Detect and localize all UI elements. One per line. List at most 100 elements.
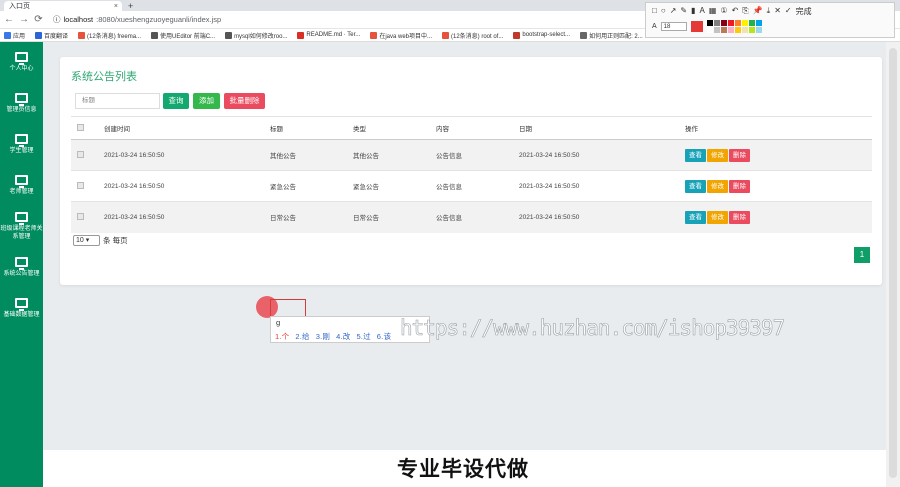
bookmark-item[interactable]: 使用UEditor 前端C... <box>151 31 215 40</box>
palette-color-swatch[interactable] <box>727 20 734 26</box>
watermark-text: https://www.huzhan.com/ishop39397 <box>400 316 786 341</box>
copy-icon[interactable]: ⎘ <box>742 6 748 17</box>
ime-candidate[interactable]: 2.给 <box>295 332 309 341</box>
sidebar-item[interactable]: 管理员信息 <box>0 83 43 124</box>
palette-color-swatch[interactable] <box>741 27 748 33</box>
bookmark-item[interactable]: (12条消息) root of... <box>442 31 503 40</box>
new-tab-button[interactable]: + <box>128 1 133 11</box>
table-row: 2021-03-24 16:50:50 日常公告 日常公告 公告信息 2021-03-2… <box>71 201 872 233</box>
confirm-icon[interactable]: ✓ <box>785 6 792 17</box>
bookmark-item[interactable]: 百度翻译 <box>35 31 68 40</box>
ellipse-icon[interactable]: ○ <box>661 6 666 17</box>
bookmark-item[interactable]: mysql如何修改roo... <box>225 31 287 40</box>
search-input[interactable]: 标题 <box>75 93 160 109</box>
ime-candidate[interactable]: 5.过 <box>356 332 370 341</box>
palette-color-swatch[interactable] <box>741 20 748 26</box>
monitor-icon <box>15 93 28 106</box>
delete-button[interactable]: 删除 <box>729 210 750 224</box>
sidebar-item[interactable]: 学生管理 <box>0 124 43 165</box>
text-icon[interactable]: A <box>700 6 705 17</box>
bookmark-icon <box>151 31 159 39</box>
add-button[interactable]: 添加 <box>193 93 220 109</box>
palette-color-swatch[interactable] <box>734 20 741 26</box>
palette-color-swatch[interactable] <box>706 27 713 33</box>
palette-color-swatch[interactable] <box>713 27 720 33</box>
pen-icon[interactable]: ✎ <box>680 6 687 17</box>
palette-color-swatch[interactable] <box>755 27 762 33</box>
table-cell-type: 紧急公告 <box>353 170 436 202</box>
column-header: 内容 <box>436 116 519 140</box>
palette-color-swatch[interactable] <box>748 27 755 33</box>
checkbox-cell <box>71 139 104 171</box>
palette-color-swatch[interactable] <box>720 27 727 33</box>
row-checkbox[interactable] <box>77 181 84 189</box>
search-button[interactable]: 查询 <box>163 93 189 109</box>
bookmark-item[interactable]: 在java web项目中... <box>370 31 432 40</box>
arrow-icon[interactable]: ↗ <box>670 6 677 17</box>
bookmark-item[interactable]: (12条消息) freema... <box>78 31 141 40</box>
url-field[interactable]: ⓘ localhost:8080/xueshengzuoyeguanli/ind… <box>53 14 221 25</box>
mosaic-icon[interactable]: ▦ <box>709 6 717 17</box>
table-cell-title: 日常公告 <box>270 201 353 233</box>
bookmark-item[interactable]: README.md · Ter... <box>297 31 360 39</box>
bookmark-item[interactable]: 如何用正则匹配: 2... <box>580 31 643 40</box>
page-size-select[interactable]: 10 ▾ <box>73 235 100 246</box>
marker-icon[interactable]: ▮ <box>691 6 695 17</box>
sidebar-item[interactable]: 老师管理 <box>0 165 43 206</box>
info-icon: ⓘ <box>53 15 61 24</box>
bookmark-label: 使用UEditor 前端C... <box>160 33 216 40</box>
edit-button[interactable]: 修改 <box>707 179 728 193</box>
palette-color-swatch[interactable] <box>734 27 741 33</box>
reload-icon[interactable]: ⟳ <box>34 14 43 25</box>
ime-candidate[interactable]: 4.改 <box>336 332 350 341</box>
table-cell-title: 紧急公告 <box>270 170 353 202</box>
palette-color-swatch[interactable] <box>720 20 727 26</box>
close-icon[interactable]: ✕ <box>774 6 781 17</box>
view-button[interactable]: 查看 <box>685 179 706 193</box>
delete-button[interactable]: 删除 <box>729 148 750 162</box>
browser-tab[interactable]: 入口页 × <box>4 1 122 11</box>
ime-candidate[interactable]: 6.该 <box>377 332 391 341</box>
pagination-page-button[interactable]: 1 <box>854 247 870 263</box>
view-button[interactable]: 查看 <box>685 210 706 224</box>
table-cell-date: 2021-03-24 16:50:50 <box>519 170 685 202</box>
font-size-select[interactable]: 18 <box>660 22 687 31</box>
sidebar-item[interactable]: 班级课程老师关系管理 <box>0 206 43 247</box>
bookmark-item[interactable]: bootstrap-select... <box>513 31 570 39</box>
palette-color-swatch[interactable] <box>748 20 755 26</box>
forward-icon[interactable]: → <box>19 14 29 25</box>
download-icon[interactable]: ⤓ <box>767 6 771 17</box>
color-palette[interactable] <box>706 20 762 33</box>
column-header: 类型 <box>353 116 436 140</box>
pin-icon[interactable]: 📌 <box>753 6 763 17</box>
palette-color-swatch[interactable] <box>755 20 762 26</box>
scrollbar[interactable] <box>886 42 900 487</box>
row-checkbox[interactable] <box>77 150 84 158</box>
row-checkbox[interactable] <box>77 212 84 220</box>
delete-button[interactable]: 删除 <box>729 179 750 193</box>
batch-delete-button[interactable]: 批量删除 <box>224 93 265 109</box>
sidebar-item[interactable]: 基础数据管理 <box>0 288 43 329</box>
ime-candidate[interactable]: 3.刚 <box>316 332 330 341</box>
edit-button[interactable]: 修改 <box>707 148 728 162</box>
bookmark-item[interactable]: 应用 <box>4 31 25 40</box>
back-icon[interactable]: ← <box>4 14 14 25</box>
rectangle-icon[interactable]: □ <box>652 6 657 17</box>
sidebar-item[interactable]: 系统公告管理 <box>0 247 43 288</box>
sidebar-item-label: 班级课程老师关系管理 <box>0 226 43 240</box>
undo-icon[interactable]: ↶ <box>732 6 739 17</box>
ime-candidate[interactable]: 1.个 <box>275 332 289 341</box>
select-all-checkbox[interactable] <box>77 123 84 131</box>
palette-color-swatch[interactable] <box>713 20 720 26</box>
palette-color-swatch[interactable] <box>706 20 713 26</box>
sidebar-item[interactable]: 个人中心 <box>0 42 43 83</box>
finish-label[interactable]: 完成 <box>796 6 812 17</box>
view-button[interactable]: 查看 <box>685 148 706 162</box>
number-icon[interactable]: ① <box>720 6 727 17</box>
palette-color-swatch[interactable] <box>727 27 734 33</box>
edit-button[interactable]: 修改 <box>707 210 728 224</box>
bookmark-label: (12条消息) root of... <box>451 33 504 40</box>
scrollbar-thumb[interactable] <box>889 48 897 478</box>
tab-close-icon[interactable]: × <box>114 3 118 10</box>
current-color-swatch[interactable] <box>690 21 703 32</box>
